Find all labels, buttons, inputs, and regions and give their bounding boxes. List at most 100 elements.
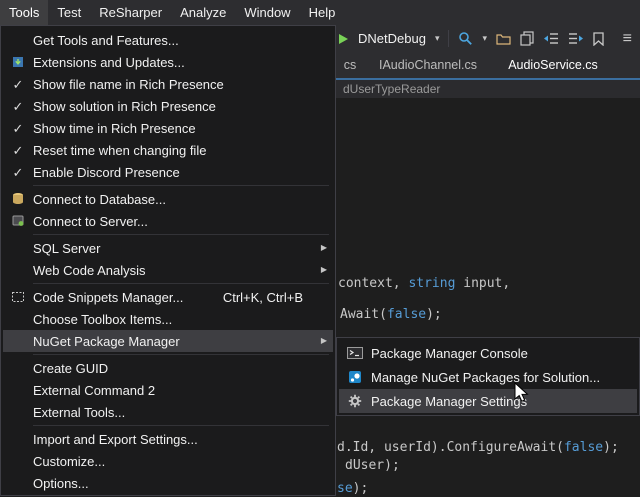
menubar-item-test[interactable]: Test [48, 0, 90, 25]
menu-item-enable-discord-presence[interactable]: ✓ Enable Discord Presence [3, 161, 333, 183]
menu-item-options[interactable]: Options... [3, 472, 333, 494]
submenu-arrow-icon: ▶ [321, 337, 327, 345]
menu-item-extensions-and-updates[interactable]: Extensions and Updates... [3, 51, 333, 73]
menu-item-label: Options... [33, 476, 315, 491]
menu-item-label: Choose Toolbox Items... [33, 312, 315, 327]
menu-item-label: Show time in Rich Presence [33, 121, 315, 136]
submenu-item-label: Package Manager Console [371, 346, 637, 361]
menubar-item-resharper[interactable]: ReSharper [90, 0, 171, 25]
code-line: d.Id, userId).ConfigureAwait(false); [337, 440, 619, 455]
menu-item-import-export-settings[interactable]: Import and Export Settings... [3, 428, 333, 450]
menu-item-customize[interactable]: Customize... [3, 450, 333, 472]
menu-item-choose-toolbox-items[interactable]: Choose Toolbox Items... [3, 308, 333, 330]
snippets-icon [3, 290, 33, 304]
check-icon: ✓ [13, 166, 24, 179]
submenu-item-package-manager-settings[interactable]: Package Manager Settings [339, 389, 637, 413]
code-line: Await(false); [340, 307, 442, 322]
submenu-item-label: Package Manager Settings [371, 394, 637, 409]
menu-separator [33, 185, 329, 186]
menu-item-label: Import and Export Settings... [33, 432, 315, 447]
nuget-package-manager-submenu: Package Manager Console Manage NuGet Pac… [336, 337, 640, 416]
menu-item-label: Connect to Server... [33, 214, 315, 229]
server-icon [3, 214, 33, 228]
documents-icon[interactable] [520, 31, 534, 46]
overflow-menu-icon[interactable]: ≡ [623, 30, 632, 48]
menu-item-web-code-analysis[interactable]: Web Code Analysis ▶ [3, 259, 333, 281]
breadcrumb: dUserTypeReader [343, 82, 440, 96]
menu-bar: Tools Test ReSharper Analyze Window Help [0, 0, 640, 25]
menu-item-label: NuGet Package Manager [33, 334, 315, 349]
submenu-arrow-icon: ▶ [321, 266, 327, 274]
check-icon: ✓ [13, 144, 24, 157]
menu-item-label: Extensions and Updates... [33, 55, 315, 70]
menubar-item-tools[interactable]: Tools [0, 0, 48, 25]
gear-icon [339, 394, 371, 408]
menu-item-get-tools-and-features[interactable]: Get Tools and Features... [3, 29, 333, 51]
menu-item-connect-to-database[interactable]: Connect to Database... [3, 188, 333, 210]
code-line: context, string input, [338, 276, 510, 291]
bookmark-icon[interactable] [593, 32, 604, 46]
menu-item-label: Get Tools and Features... [33, 33, 315, 48]
chevron-down-icon[interactable]: ▾ [435, 33, 440, 44]
submenu-item-label: Manage NuGet Packages for Solution... [371, 370, 637, 385]
start-debug-icon[interactable] [338, 33, 349, 45]
menu-item-sql-server[interactable]: SQL Server ▶ [3, 237, 333, 259]
extensions-icon [3, 55, 33, 69]
menu-item-label: External Command 2 [33, 383, 315, 398]
startup-project-button[interactable]: DNetDebug [358, 31, 426, 46]
menubar-item-help[interactable]: Help [300, 0, 345, 25]
menu-item-label: Enable Discord Presence [33, 165, 315, 180]
menu-item-label: Show solution in Rich Presence [33, 99, 315, 114]
toolbar-separator [448, 30, 449, 47]
search-icon[interactable] [458, 31, 473, 46]
check-icon: ✓ [13, 78, 24, 91]
menu-item-connect-to-server[interactable]: Connect to Server... [3, 210, 333, 232]
menu-item-label: Customize... [33, 454, 315, 469]
folder-icon[interactable] [496, 32, 511, 45]
menu-separator [33, 283, 329, 284]
menubar-item-analyze[interactable]: Analyze [171, 0, 235, 25]
outdent-icon[interactable] [543, 32, 559, 45]
menu-item-show-file-name-rich-presence[interactable]: ✓ Show file name in Rich Presence [3, 73, 333, 95]
menu-item-create-guid[interactable]: Create GUID [3, 357, 333, 379]
submenu-arrow-icon: ▶ [321, 244, 327, 252]
code-line: dUser); [345, 458, 400, 473]
menu-item-code-snippets-manager[interactable]: Code Snippets Manager... Ctrl+K, Ctrl+B [3, 286, 333, 308]
menu-item-label: Connect to Database... [33, 192, 315, 207]
chevron-down-icon[interactable]: ▾ [482, 33, 487, 44]
menu-item-label: Show file name in Rich Presence [33, 77, 315, 92]
tools-menu-dropdown: Get Tools and Features... Extensions and… [0, 25, 336, 496]
menu-separator [33, 234, 329, 235]
check-icon: ✓ [13, 100, 24, 113]
vs-window: Tools Test ReSharper Analyze Window Help… [0, 0, 640, 497]
menu-separator [33, 354, 329, 355]
menu-shortcut: Ctrl+K, Ctrl+B [223, 290, 303, 305]
console-icon [339, 346, 371, 360]
nuget-icon [339, 370, 371, 384]
code-editor[interactable]: context, string input, Await(false); d.I… [335, 98, 640, 497]
tab-iaudiochannel[interactable]: IAudioChannel.cs [370, 52, 486, 78]
menu-item-reset-time-changing-file[interactable]: ✓ Reset time when changing file [3, 139, 333, 161]
menubar-item-window[interactable]: Window [235, 0, 299, 25]
menu-item-external-command-2[interactable]: External Command 2 [3, 379, 333, 401]
menu-item-show-time-rich-presence[interactable]: ✓ Show time in Rich Presence [3, 117, 333, 139]
submenu-item-package-manager-console[interactable]: Package Manager Console [339, 341, 637, 365]
menu-item-show-solution-rich-presence[interactable]: ✓ Show solution in Rich Presence [3, 95, 333, 117]
menu-item-label: Reset time when changing file [33, 143, 315, 158]
menu-item-label: Code Snippets Manager... [33, 290, 223, 305]
tab-partial-cs[interactable]: cs [336, 52, 364, 78]
menu-item-nuget-package-manager[interactable]: NuGet Package Manager ▶ [3, 330, 333, 352]
check-icon: ✓ [13, 122, 24, 135]
menu-item-external-tools[interactable]: External Tools... [3, 401, 333, 423]
tab-audioservice[interactable]: AudioService.cs [492, 52, 614, 78]
database-icon [3, 192, 33, 206]
submenu-item-manage-nuget-packages[interactable]: Manage NuGet Packages for Solution... [339, 365, 637, 389]
indent-icon[interactable] [568, 32, 584, 45]
menu-item-label: Web Code Analysis [33, 263, 315, 278]
menu-separator [33, 425, 329, 426]
code-line: se); [337, 481, 368, 496]
menu-item-label: SQL Server [33, 241, 315, 256]
editor-navigation-bar[interactable]: dUserTypeReader [335, 80, 640, 98]
menu-item-label: External Tools... [33, 405, 315, 420]
menu-item-label: Create GUID [33, 361, 315, 376]
